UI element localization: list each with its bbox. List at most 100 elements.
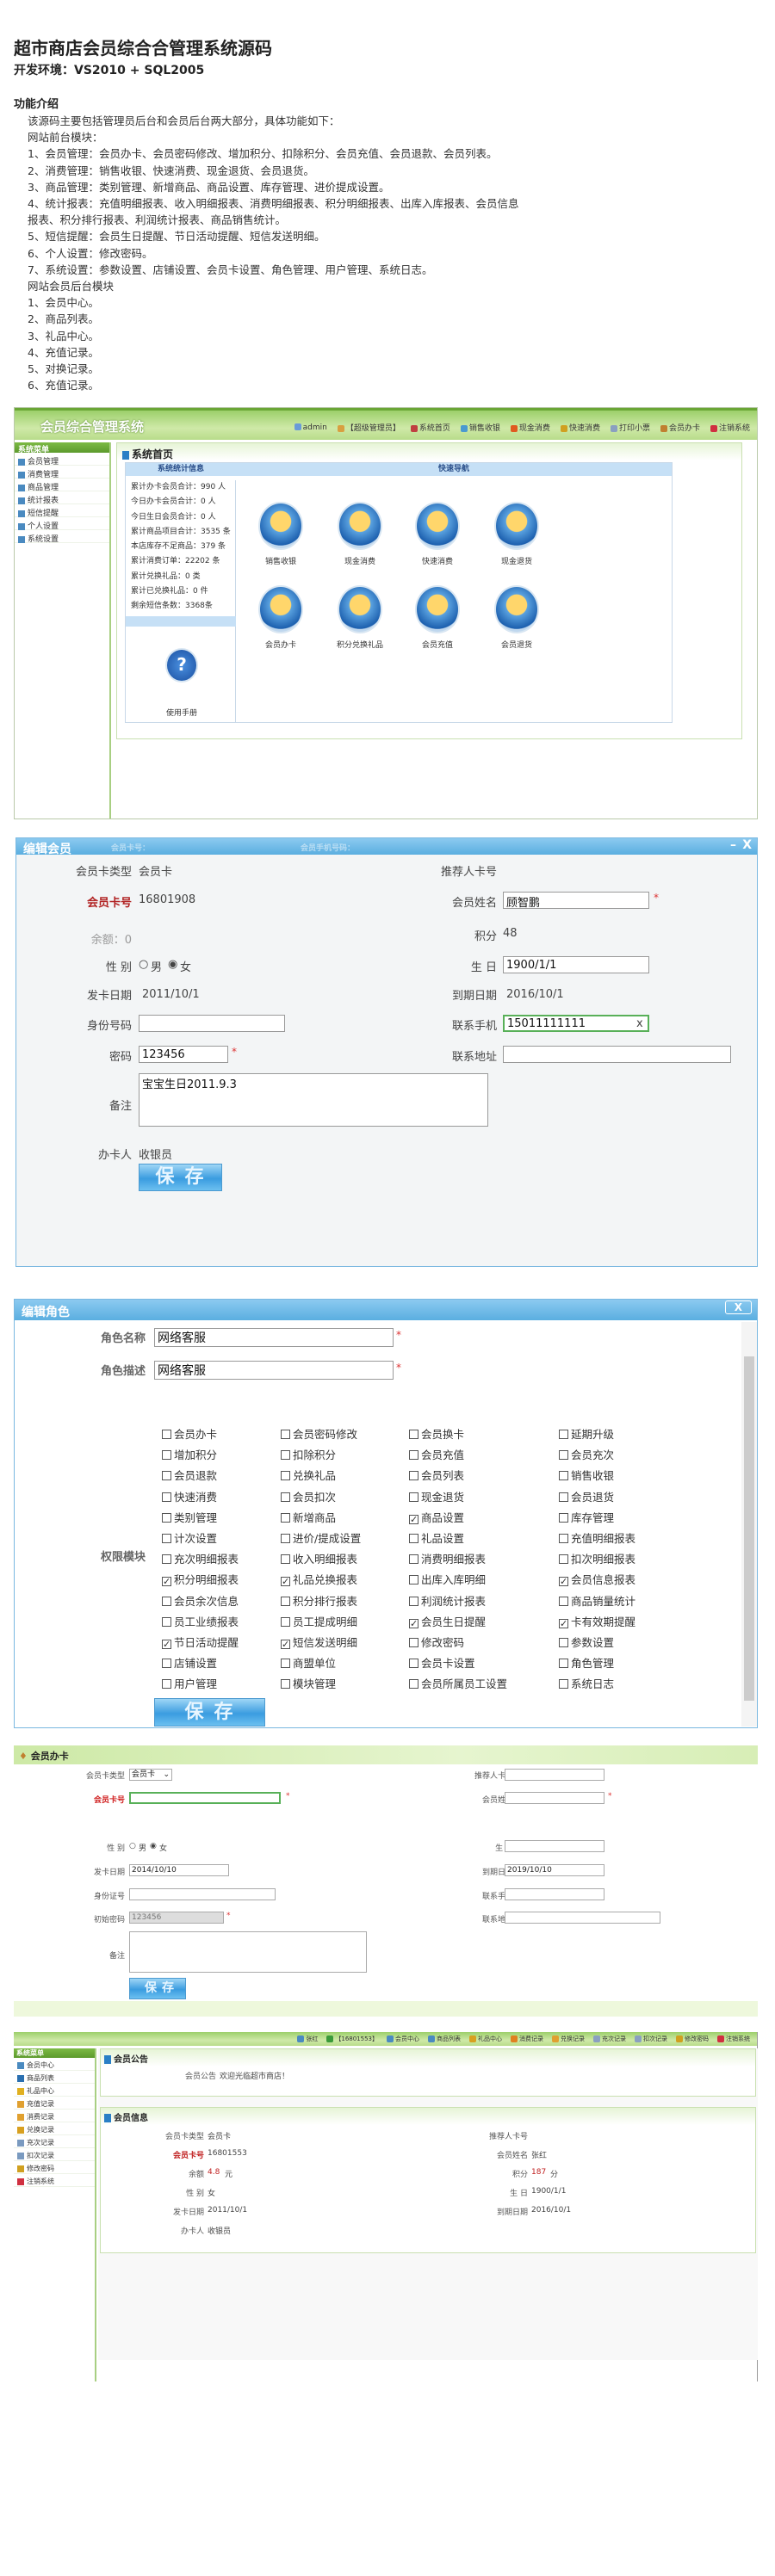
permission-checkbox[interactable]: ✓ 积分明细报表 [162,1571,239,1587]
nav-item[interactable]: 消费记录 [511,2035,543,2043]
permission-checkbox[interactable]: 会员充值 [409,1446,464,1462]
save-button[interactable]: 保存 [154,1698,265,1727]
permission-checkbox[interactable]: 会员换卡 [409,1425,464,1442]
sidebar-item[interactable]: 扣次记录 [14,2148,95,2161]
member-name-input[interactable] [505,1792,604,1804]
permission-checkbox[interactable]: 用户管理 [162,1675,217,1691]
checkbox-icon[interactable] [409,1492,418,1502]
permission-checkbox[interactable]: 扣次明细报表 [559,1550,636,1566]
quick-nav-label[interactable]: 会员办卡 [242,639,319,650]
checkbox-checked-icon[interactable]: ✓ [409,1618,418,1628]
checkbox-checked-icon[interactable]: ✓ [281,1640,290,1649]
quick-nav-label[interactable]: 会员退货 [478,639,555,650]
save-button[interactable]: 保存 [129,1978,186,1999]
sidebar-item[interactable]: 消费记录 [14,2110,95,2122]
checkbox-icon[interactable] [162,1616,171,1627]
permission-checkbox[interactable]: 库存管理 [559,1509,614,1525]
sidebar-item[interactable]: 商品管理 [15,479,109,492]
checkbox-icon[interactable] [559,1638,568,1647]
permission-checkbox[interactable]: 会员卡设置 [409,1654,475,1671]
permission-checkbox[interactable]: ✓ 短信发送明细 [281,1634,357,1650]
permission-checkbox[interactable]: 进价/提成设置 [281,1529,361,1546]
address-input[interactable] [505,1912,660,1924]
sidebar-item[interactable]: 会员管理 [15,453,109,466]
nav-item[interactable]: 快速消费 [560,422,600,433]
nav-item[interactable]: 充次记录 [593,2035,626,2043]
permission-checkbox[interactable]: 收入明细报表 [281,1550,357,1566]
checkbox-icon[interactable] [162,1492,171,1502]
permission-checkbox[interactable]: ✓ 会员信息报表 [559,1571,636,1587]
permission-checkbox[interactable]: 会员所属员工设置 [409,1675,507,1691]
address-input[interactable] [503,1046,731,1063]
nav-item[interactable]: 打印小票 [610,422,650,433]
permission-checkbox[interactable]: 员工业绩报表 [162,1613,239,1629]
nav-item[interactable]: 兑换记录 [552,2035,585,2043]
quick-nav-icon[interactable] [258,502,303,550]
checkbox-checked-icon[interactable]: ✓ [162,1640,171,1649]
checkbox-checked-icon[interactable]: ✓ [559,1577,568,1587]
permission-checkbox[interactable]: 会员充次 [559,1446,614,1462]
checkbox-icon[interactable] [409,1430,418,1439]
permission-checkbox[interactable]: 类别管理 [162,1509,217,1525]
sidebar-item[interactable]: 系统设置 [15,530,109,544]
checkbox-icon[interactable] [559,1430,568,1439]
checkbox-icon[interactable] [559,1679,568,1690]
password-input[interactable] [139,1046,228,1063]
permission-checkbox[interactable]: ✓ 会员生日提醒 [409,1613,486,1629]
permission-checkbox[interactable]: 系统日志 [559,1675,614,1691]
note-textarea[interactable]: 宝宝生日2011.9.3 [139,1073,488,1127]
checkbox-icon[interactable] [559,1596,568,1606]
checkbox-icon[interactable] [559,1471,568,1481]
permission-checkbox[interactable]: 商盟单位 [281,1654,336,1671]
checkbox-icon[interactable] [281,1616,290,1627]
permission-checkbox[interactable]: 礼品设置 [409,1529,464,1546]
checkbox-icon[interactable] [281,1492,290,1502]
checkbox-icon[interactable] [281,1534,290,1543]
id-number-input[interactable] [139,1015,285,1032]
scrollbar-thumb[interactable] [744,1356,754,1701]
checkbox-icon[interactable] [559,1534,568,1543]
nav-item[interactable]: 注销系统 [717,2035,750,2043]
radio-male[interactable]: ○ [129,1842,136,1850]
permission-checkbox[interactable]: 积分排行报表 [281,1592,357,1609]
checkbox-icon[interactable] [409,1659,418,1669]
permission-checkbox[interactable]: 会员退货 [559,1488,614,1504]
id-number-input[interactable] [129,1888,276,1900]
permission-checkbox[interactable]: ✓ 礼品兑换报表 [281,1571,357,1587]
permission-checkbox[interactable]: 模块管理 [281,1675,336,1691]
permission-checkbox[interactable]: 会员办卡 [162,1425,217,1442]
quick-nav-icon[interactable] [258,585,303,633]
permission-checkbox[interactable]: 兑换礼品 [281,1467,336,1483]
role-name-input[interactable] [154,1328,394,1347]
quick-nav-label[interactable]: 现金消费 [321,555,399,566]
password-input[interactable] [129,1912,224,1924]
permission-checkbox[interactable]: ✓ 商品设置 [409,1509,464,1525]
checkbox-icon[interactable] [559,1554,568,1565]
checkbox-icon[interactable] [281,1554,290,1565]
permission-checkbox[interactable]: 扣除积分 [281,1446,336,1462]
sidebar-item[interactable]: 商品列表 [14,2071,95,2084]
permission-checkbox[interactable]: 现金退货 [409,1488,464,1504]
checkbox-icon[interactable] [162,1471,171,1481]
save-button[interactable]: 保存 [139,1164,222,1191]
permission-checkbox[interactable]: 计次设置 [162,1529,217,1546]
quick-nav-label[interactable]: 积分兑换礼品 [321,639,399,650]
checkbox-icon[interactable] [409,1638,418,1647]
permission-checkbox[interactable]: 员工提成明细 [281,1613,357,1629]
permission-checkbox[interactable]: 会员余次信息 [162,1592,239,1609]
permission-checkbox[interactable]: 销售收银 [559,1467,614,1483]
checkbox-checked-icon[interactable]: ✓ [559,1618,568,1628]
permission-checkbox[interactable]: ✓ 卡有效期提醒 [559,1613,636,1629]
sidebar-item[interactable]: 修改密码 [14,2161,95,2174]
checkbox-icon[interactable] [409,1596,418,1606]
checkbox-icon[interactable] [281,1450,290,1461]
checkbox-icon[interactable] [162,1596,171,1606]
checkbox-icon[interactable] [409,1471,418,1481]
sidebar-item[interactable]: 礼品中心 [14,2084,95,2097]
checkbox-icon[interactable] [162,1534,171,1543]
phone-input[interactable] [503,1015,649,1032]
clear-input-icon[interactable]: x [636,1017,643,1030]
checkbox-icon[interactable] [559,1659,568,1669]
checkbox-icon[interactable] [162,1659,171,1669]
sidebar-item[interactable]: 短信提醒 [15,504,109,518]
